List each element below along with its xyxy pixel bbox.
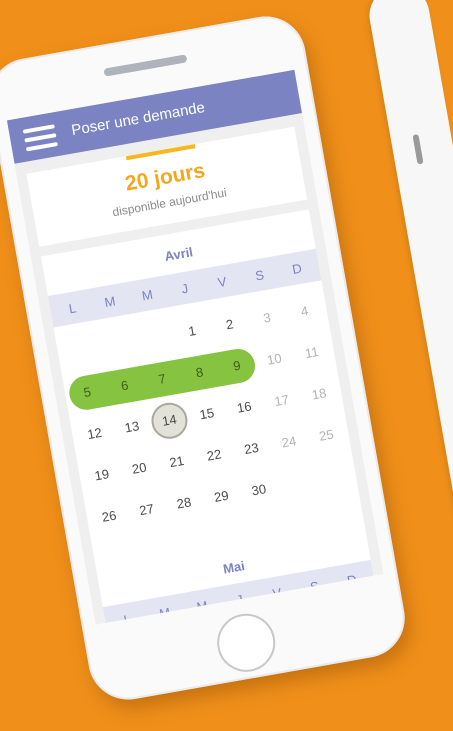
calendar-day[interactable]: 23 xyxy=(231,436,272,462)
calendar-day[interactable]: 27 xyxy=(126,497,167,523)
weekday-label-april: M xyxy=(140,286,154,304)
app-screen: Poser une demande 20 jours disponible au… xyxy=(6,69,384,625)
calendar-day[interactable]: 18 xyxy=(299,381,340,407)
calendar-day[interactable]: 16 xyxy=(224,394,265,420)
calendar-day[interactable]: 19 xyxy=(81,462,122,488)
calendar-day[interactable]: 4 xyxy=(284,298,325,324)
calendar-day[interactable]: 15 xyxy=(186,401,227,427)
calendar-day[interactable]: 25 xyxy=(306,423,347,449)
weekday-label-april: M xyxy=(103,293,117,311)
weekday-label-may: V xyxy=(271,585,283,602)
weekday-label-may: S xyxy=(308,578,321,595)
calendar-day[interactable]: 12 xyxy=(74,421,115,447)
weekday-label-april: V xyxy=(216,273,228,291)
calendar-day[interactable]: 13 xyxy=(112,414,153,440)
calendar-day[interactable]: 20 xyxy=(119,456,160,482)
calendar-day[interactable]: 28 xyxy=(164,490,205,516)
calendar-day[interactable]: 26 xyxy=(89,504,130,530)
weekday-label-april: J xyxy=(180,280,190,297)
calendar-day[interactable]: 10 xyxy=(254,346,295,372)
weekday-label-april: L xyxy=(67,300,78,317)
weekday-label-may: M xyxy=(195,598,209,615)
weekday-label-april: S xyxy=(254,267,266,284)
calendar-day[interactable]: 29 xyxy=(201,484,242,510)
weekday-label-april: D xyxy=(291,260,303,277)
app-bar-title: Poser une demande xyxy=(70,98,207,140)
calendar-day[interactable]: 17 xyxy=(261,388,302,414)
calendar-day[interactable]: 2 xyxy=(209,312,250,338)
phone-mockup: Poser une demande 20 jours disponible au… xyxy=(0,10,412,706)
hamburger-menu-icon[interactable] xyxy=(22,124,59,152)
calendar-day[interactable]: 11 xyxy=(291,340,332,366)
calendar-day[interactable]: 1 xyxy=(172,318,213,344)
calendar-day[interactable]: 21 xyxy=(156,449,197,475)
calendar-day[interactable]: 30 xyxy=(238,477,279,503)
promo-background: Poser une demande 20 jours disponible au… xyxy=(0,0,453,731)
calendar-day[interactable]: 24 xyxy=(269,429,310,455)
calendar-day[interactable]: 3 xyxy=(247,305,288,331)
calendar: Avril LMMJVSD 1 2 3 4 5 6 7 8 9 10 11 12 13 14 15 16 17 1… xyxy=(41,209,377,625)
weekday-label-may: L xyxy=(122,611,133,625)
phone-speaker xyxy=(103,54,188,77)
phone-side-button xyxy=(412,133,424,165)
balance-accent-bar xyxy=(125,144,196,161)
weekday-label-may: D xyxy=(345,571,358,589)
calendar-day[interactable]: 22 xyxy=(194,442,235,468)
weekday-label-may: J xyxy=(235,591,245,608)
weekday-label-may: M xyxy=(158,604,172,622)
home-button[interactable] xyxy=(212,609,280,677)
